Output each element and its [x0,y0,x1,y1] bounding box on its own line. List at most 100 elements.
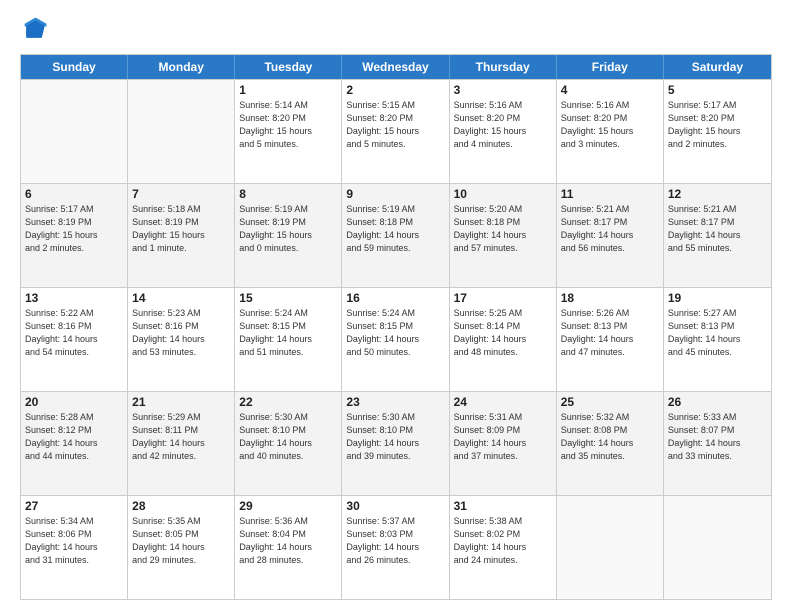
day-info: Sunrise: 5:24 AM Sunset: 8:15 PM Dayligh… [346,307,444,359]
calendar-cell-day-11: 11 Sunrise: 5:21 AM Sunset: 8:17 PM Dayli… [557,184,664,287]
day-info: Sunrise: 5:37 AM Sunset: 8:03 PM Dayligh… [346,515,444,567]
day-info: Sunrise: 5:35 AM Sunset: 8:05 PM Dayligh… [132,515,230,567]
calendar-cell-day-28: 28 Sunrise: 5:35 AM Sunset: 8:05 PM Dayli… [128,496,235,599]
calendar-cell-day-5: 5Sunrise: 5:17 AM Sunset: 8:20 PM Daylig… [664,80,771,183]
calendar-cell-day-1: 1 Sunrise: 5:14 AM Sunset: 8:20 PM Daylig… [235,80,342,183]
day-info: Sunrise: 5:26 AM Sunset: 8:13 PM Dayligh… [561,307,659,359]
day-info: Sunrise: 5:21 AM Sunset: 8:17 PM Dayligh… [668,203,767,255]
calendar-cell-day-21: 21Sunrise: 5:29 AM Sunset: 8:11 PM Dayli… [128,392,235,495]
day-info: Sunrise: 5:22 AM Sunset: 8:16 PM Dayligh… [25,307,123,359]
calendar-cell-day-16: 16 Sunrise: 5:24 AM Sunset: 8:15 PM Dayli… [342,288,449,391]
calendar-cell-empty [557,496,664,599]
page: SundayMondayTuesdayWednesdayThursdayFrid… [0,0,792,612]
day-number: 15 [239,291,337,305]
day-number: 27 [25,499,123,513]
day-number: 30 [346,499,444,513]
calendar-cell-day-19: 19 Sunrise: 5:27 AM Sunset: 8:13 PM Dayli… [664,288,771,391]
calendar-body: 1 Sunrise: 5:14 AM Sunset: 8:20 PM Daylig… [21,79,771,599]
calendar-cell-day-14: 14Sunrise: 5:23 AM Sunset: 8:16 PM Dayli… [128,288,235,391]
day-number: 28 [132,499,230,513]
day-info: Sunrise: 5:28 AM Sunset: 8:12 PM Dayligh… [25,411,123,463]
day-info: Sunrise: 5:30 AM Sunset: 8:10 PM Dayligh… [239,411,337,463]
calendar-cell-day-2: 2 Sunrise: 5:15 AM Sunset: 8:20 PM Daylig… [342,80,449,183]
day-info: Sunrise: 5:19 AM Sunset: 8:18 PM Dayligh… [346,203,444,255]
day-number: 23 [346,395,444,409]
day-number: 4 [561,83,659,97]
calendar-header-saturday: Saturday [664,55,771,79]
calendar-week-5: 27Sunrise: 5:34 AM Sunset: 8:06 PM Dayli… [21,495,771,599]
day-number: 6 [25,187,123,201]
day-info: Sunrise: 5:21 AM Sunset: 8:17 PM Dayligh… [561,203,659,255]
day-number: 19 [668,291,767,305]
calendar-cell-day-12: 12 Sunrise: 5:21 AM Sunset: 8:17 PM Dayli… [664,184,771,287]
day-info: Sunrise: 5:16 AM Sunset: 8:20 PM Dayligh… [454,99,552,151]
calendar-cell-day-20: 20 Sunrise: 5:28 AM Sunset: 8:12 PM Dayli… [21,392,128,495]
day-number: 12 [668,187,767,201]
day-info: Sunrise: 5:25 AM Sunset: 8:14 PM Dayligh… [454,307,552,359]
calendar-header-tuesday: Tuesday [235,55,342,79]
day-info: Sunrise: 5:30 AM Sunset: 8:10 PM Dayligh… [346,411,444,463]
calendar-header: SundayMondayTuesdayWednesdayThursdayFrid… [21,55,771,79]
calendar-week-3: 13Sunrise: 5:22 AM Sunset: 8:16 PM Dayli… [21,287,771,391]
calendar-cell-day-17: 17Sunrise: 5:25 AM Sunset: 8:14 PM Dayli… [450,288,557,391]
day-info: Sunrise: 5:38 AM Sunset: 8:02 PM Dayligh… [454,515,552,567]
day-info: Sunrise: 5:15 AM Sunset: 8:20 PM Dayligh… [346,99,444,151]
day-number: 14 [132,291,230,305]
day-info: Sunrise: 5:36 AM Sunset: 8:04 PM Dayligh… [239,515,337,567]
calendar-cell-day-9: 9 Sunrise: 5:19 AM Sunset: 8:18 PM Daylig… [342,184,449,287]
day-number: 22 [239,395,337,409]
calendar-cell-empty [128,80,235,183]
day-number: 11 [561,187,659,201]
day-number: 7 [132,187,230,201]
calendar-cell-day-29: 29 Sunrise: 5:36 AM Sunset: 8:04 PM Dayli… [235,496,342,599]
calendar-header-wednesday: Wednesday [342,55,449,79]
calendar-cell-day-10: 10 Sunrise: 5:20 AM Sunset: 8:18 PM Dayli… [450,184,557,287]
calendar-week-4: 20 Sunrise: 5:28 AM Sunset: 8:12 PM Dayli… [21,391,771,495]
day-number: 18 [561,291,659,305]
header [20,16,772,44]
day-number: 10 [454,187,552,201]
calendar-cell-day-30: 30 Sunrise: 5:37 AM Sunset: 8:03 PM Dayli… [342,496,449,599]
calendar-cell-empty [664,496,771,599]
calendar-cell-day-6: 6 Sunrise: 5:17 AM Sunset: 8:19 PM Daylig… [21,184,128,287]
day-number: 5 [668,83,767,97]
day-number: 20 [25,395,123,409]
calendar-cell-day-7: 7 Sunrise: 5:18 AM Sunset: 8:19 PM Daylig… [128,184,235,287]
day-info: Sunrise: 5:18 AM Sunset: 8:19 PM Dayligh… [132,203,230,255]
day-number: 26 [668,395,767,409]
calendar-header-friday: Friday [557,55,664,79]
day-info: Sunrise: 5:14 AM Sunset: 8:20 PM Dayligh… [239,99,337,151]
day-info: Sunrise: 5:16 AM Sunset: 8:20 PM Dayligh… [561,99,659,151]
calendar-cell-day-26: 26 Sunrise: 5:33 AM Sunset: 8:07 PM Dayli… [664,392,771,495]
day-info: Sunrise: 5:24 AM Sunset: 8:15 PM Dayligh… [239,307,337,359]
calendar-cell-day-18: 18 Sunrise: 5:26 AM Sunset: 8:13 PM Dayli… [557,288,664,391]
day-info: Sunrise: 5:27 AM Sunset: 8:13 PM Dayligh… [668,307,767,359]
day-number: 3 [454,83,552,97]
calendar-cell-day-13: 13Sunrise: 5:22 AM Sunset: 8:16 PM Dayli… [21,288,128,391]
day-number: 9 [346,187,444,201]
calendar-cell-day-24: 24 Sunrise: 5:31 AM Sunset: 8:09 PM Dayli… [450,392,557,495]
day-info: Sunrise: 5:20 AM Sunset: 8:18 PM Dayligh… [454,203,552,255]
day-info: Sunrise: 5:33 AM Sunset: 8:07 PM Dayligh… [668,411,767,463]
calendar-cell-day-22: 22 Sunrise: 5:30 AM Sunset: 8:10 PM Dayli… [235,392,342,495]
day-number: 29 [239,499,337,513]
day-number: 25 [561,395,659,409]
day-number: 8 [239,187,337,201]
day-number: 1 [239,83,337,97]
calendar-cell-day-25: 25 Sunrise: 5:32 AM Sunset: 8:08 PM Dayli… [557,392,664,495]
day-info: Sunrise: 5:17 AM Sunset: 8:19 PM Dayligh… [25,203,123,255]
day-info: Sunrise: 5:29 AM Sunset: 8:11 PM Dayligh… [132,411,230,463]
day-info: Sunrise: 5:32 AM Sunset: 8:08 PM Dayligh… [561,411,659,463]
day-number: 31 [454,499,552,513]
calendar-week-1: 1 Sunrise: 5:14 AM Sunset: 8:20 PM Daylig… [21,79,771,183]
calendar-cell-day-8: 8Sunrise: 5:19 AM Sunset: 8:19 PM Daylig… [235,184,342,287]
calendar-header-thursday: Thursday [450,55,557,79]
calendar-cell-day-23: 23 Sunrise: 5:30 AM Sunset: 8:10 PM Dayli… [342,392,449,495]
day-number: 2 [346,83,444,97]
day-info: Sunrise: 5:31 AM Sunset: 8:09 PM Dayligh… [454,411,552,463]
calendar-cell-day-3: 3 Sunrise: 5:16 AM Sunset: 8:20 PM Daylig… [450,80,557,183]
day-number: 24 [454,395,552,409]
day-number: 16 [346,291,444,305]
calendar: SundayMondayTuesdayWednesdayThursdayFrid… [20,54,772,600]
calendar-header-sunday: Sunday [21,55,128,79]
